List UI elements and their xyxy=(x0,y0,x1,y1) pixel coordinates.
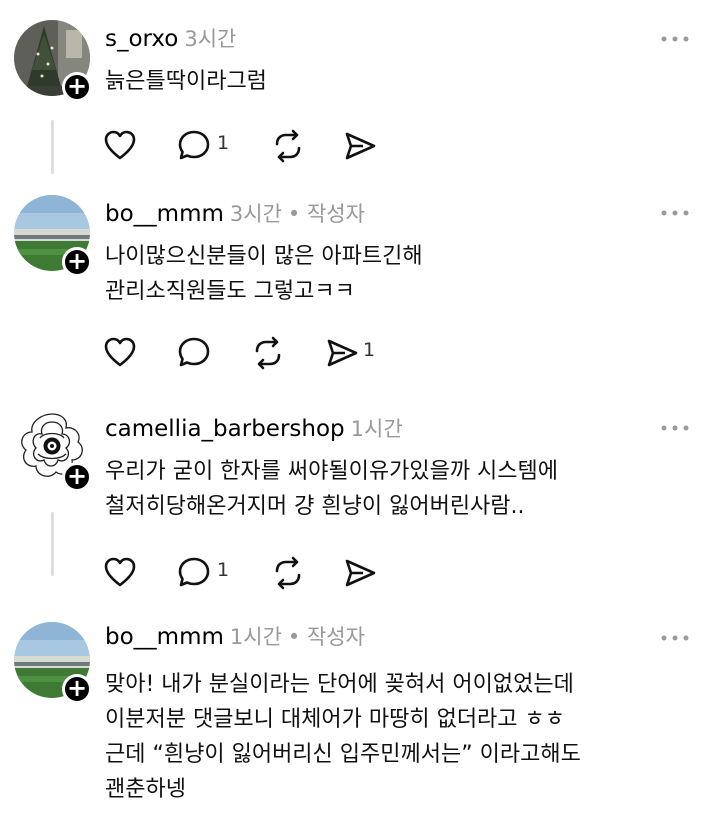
comment-line: 우리가 굳이 한자를 써야될이유가있을까 시스템에 xyxy=(105,459,559,484)
send-icon xyxy=(345,559,376,587)
username[interactable]: s_orxo xyxy=(105,26,178,52)
like-button[interactable] xyxy=(103,555,137,591)
thread-line xyxy=(51,512,54,576)
repost-button[interactable] xyxy=(271,555,305,591)
username[interactable]: bo__mmm xyxy=(105,201,224,227)
timestamp: 3시간 xyxy=(184,27,237,51)
comment-line: 나이많으신분들이 많은 아파트긴해 xyxy=(105,244,423,269)
reply-button[interactable]: 1 xyxy=(177,128,229,164)
heart-icon xyxy=(104,557,136,587)
heart-icon xyxy=(104,337,136,367)
comment-line: 늙은틀딱이라그럼 xyxy=(105,69,267,94)
comment-line: 근데 “흰냥이 잃어버리신 입주민께서는” 이라고해도 xyxy=(105,742,581,767)
author-badge: • 작성자 xyxy=(287,202,365,226)
comment-icon xyxy=(178,557,210,587)
like-button[interactable] xyxy=(103,335,137,371)
follow-plus-icon[interactable]: + xyxy=(62,674,92,704)
comment-text: 나이많으신분들이 많은 아파트긴해 관리소직원들도 그렇고ㅋㅋ xyxy=(105,239,423,309)
comment-line: 맞아! 내가 분실이라는 단어에 꽂혀서 어이없었는데 xyxy=(105,672,574,697)
share-button[interactable] xyxy=(343,555,377,591)
repost-icon xyxy=(275,129,301,163)
share-button[interactable]: 1 xyxy=(325,335,375,371)
send-icon xyxy=(327,339,358,367)
repost-icon xyxy=(275,556,301,590)
timestamp: 3시간 xyxy=(229,202,282,226)
more-options-icon[interactable] xyxy=(660,33,690,45)
heart-icon xyxy=(104,130,136,160)
comment-line: 철저히당해온거지머 걍 흰냥이 잃어버린사람.. xyxy=(105,494,525,519)
send-icon xyxy=(345,132,376,160)
comment-line: 이분저분 댓글보니 대체어가 마땅히 없더라고 ㅎㅎ xyxy=(105,707,566,732)
comment-text: 늙은틀딱이라그럼 xyxy=(105,64,267,99)
comment-header: s_orxo 3시간 xyxy=(105,24,236,54)
follow-plus-icon[interactable]: + xyxy=(62,72,92,102)
comment-text: 맞아! 내가 분실이라는 단어에 꽂혀서 어이없었는데 이분저분 댓글보니 대체… xyxy=(105,667,581,807)
comment-header: bo__mmm 1시간 • 작성자 xyxy=(105,622,365,652)
comment-2: + bo__mmm 3시간 • 작성자 나이많으신분들이 많은 아파트긴해 관리소직… xyxy=(0,185,714,385)
timestamp: 1시간 xyxy=(350,417,403,441)
follow-plus-icon[interactable]: + xyxy=(62,247,92,277)
comment-line: 괜춘하넹 xyxy=(105,777,186,802)
comment-header: bo__mmm 3시간 • 작성자 xyxy=(105,199,365,229)
username[interactable]: bo__mmm xyxy=(105,624,224,650)
comment-3: + camellia_barbershop 1시간 우리가 굳이 한자를 써야될이… xyxy=(0,400,714,610)
comment-line: 관리소직원들도 그렇고ㅋㅋ xyxy=(105,279,355,304)
reply-button[interactable] xyxy=(177,335,211,371)
username[interactable]: camellia_barbershop xyxy=(105,416,345,442)
comment-header: camellia_barbershop 1시간 xyxy=(105,414,403,444)
comment-icon xyxy=(178,130,210,160)
comment-icon xyxy=(178,337,210,367)
comment-1: + s_orxo 3시간 늙은틀딱이라그럼 1 xyxy=(0,0,714,185)
more-options-icon[interactable] xyxy=(660,632,690,644)
comment-4: + bo__mmm 1시간 • 작성자 맞아! 내가 분실이라는 단어에 꽂혀서 어… xyxy=(0,612,714,835)
repost-button[interactable] xyxy=(251,335,285,371)
like-button[interactable] xyxy=(103,128,137,164)
author-badge: • 작성자 xyxy=(287,625,365,649)
repost-button[interactable] xyxy=(271,128,305,164)
repost-icon xyxy=(255,336,281,370)
timestamp: 1시간 xyxy=(229,625,282,649)
share-count: 1 xyxy=(363,339,376,361)
share-button[interactable] xyxy=(343,128,377,164)
thread-line xyxy=(51,120,54,174)
reply-count: 1 xyxy=(217,559,230,581)
reply-count: 1 xyxy=(217,132,230,154)
follow-plus-icon[interactable]: + xyxy=(62,462,92,492)
more-options-icon[interactable] xyxy=(660,422,690,434)
comment-text: 우리가 굳이 한자를 써야될이유가있을까 시스템에 철저히당해온거지머 걍 흰냥… xyxy=(105,454,558,524)
reply-button[interactable]: 1 xyxy=(177,555,229,591)
more-options-icon[interactable] xyxy=(660,207,690,219)
